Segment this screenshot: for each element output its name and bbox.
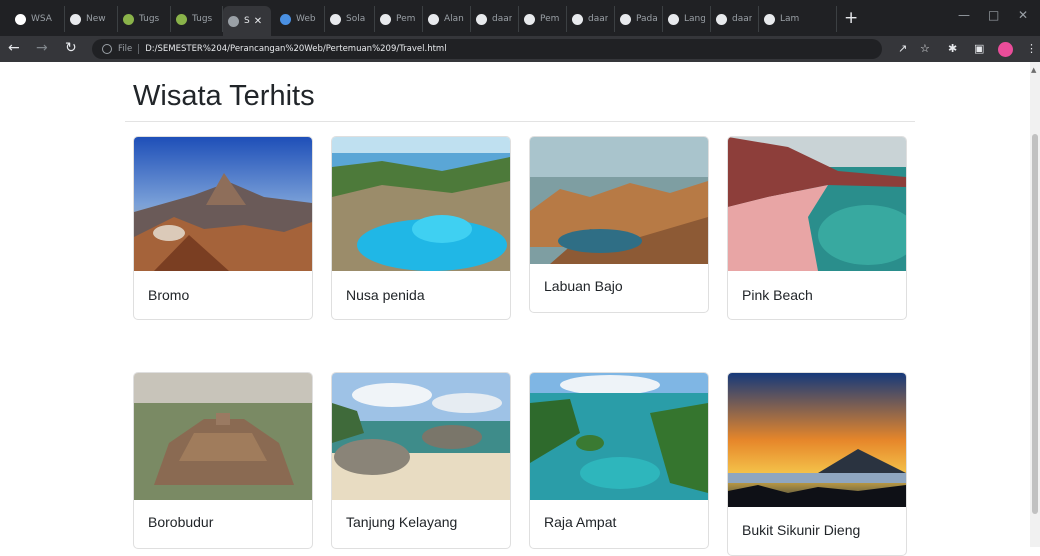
pink-beach-photo bbox=[728, 137, 906, 271]
tab-title: daar bbox=[588, 14, 609, 24]
address-bar[interactable]: File D:/SEMESTER%204/Perancangan%20Web/P… bbox=[92, 39, 882, 59]
tab-title: Tugs bbox=[192, 14, 213, 24]
back-icon[interactable]: ← bbox=[8, 40, 20, 56]
wikipedia-icon bbox=[716, 13, 727, 25]
tab-5[interactable]: Web bbox=[275, 6, 325, 32]
card-raja-ampat[interactable]: Raja Ampat bbox=[529, 372, 709, 549]
tab-title: New bbox=[86, 14, 106, 24]
sidepanel-icon[interactable]: ▣ bbox=[974, 42, 984, 56]
tab-title: Pem bbox=[396, 14, 416, 24]
divider bbox=[138, 44, 140, 54]
tab-title: Lang bbox=[684, 14, 705, 24]
tab-13[interactable]: Lang bbox=[663, 6, 711, 32]
tab-title: daar bbox=[492, 14, 513, 24]
scroll-up-icon[interactable]: ▲ bbox=[1031, 66, 1036, 74]
tab-6[interactable]: Sola bbox=[325, 6, 375, 32]
wikipedia-icon bbox=[668, 13, 679, 25]
tab-favicon-icon bbox=[176, 13, 187, 25]
tab-title: Sola bbox=[346, 14, 366, 24]
wikipedia-icon bbox=[764, 13, 775, 25]
tab-9[interactable]: daar bbox=[471, 6, 519, 32]
card-title: Tanjung Kelayang bbox=[346, 514, 458, 530]
tab-title: Pem bbox=[540, 14, 560, 24]
card-title: Bukit Sikunir Dieng bbox=[742, 522, 861, 538]
wikipedia-icon bbox=[380, 13, 391, 25]
forward-icon[interactable]: → bbox=[36, 40, 48, 56]
bukit-sikunir-dieng-photo bbox=[728, 373, 906, 507]
tab-15[interactable]: Lam bbox=[759, 6, 837, 32]
tab-favicon-icon bbox=[15, 13, 26, 25]
tab-title: S bbox=[244, 16, 250, 26]
new-tab-button[interactable]: + bbox=[844, 9, 858, 27]
tab-title: Alan bbox=[444, 14, 464, 24]
borobudur-photo bbox=[134, 373, 312, 500]
card-title: Labuan Bajo bbox=[544, 278, 623, 294]
window-close-icon[interactable]: ✕ bbox=[1018, 8, 1028, 22]
tab-10[interactable]: Pem bbox=[519, 6, 567, 32]
profile-avatar[interactable] bbox=[998, 42, 1013, 57]
card-pink-beach[interactable]: Pink Beach bbox=[727, 136, 907, 320]
scrollbar[interactable]: ▲ bbox=[1030, 62, 1040, 547]
card-labuan-bajo[interactable]: Labuan Bajo bbox=[529, 136, 709, 313]
wikipedia-icon bbox=[572, 13, 583, 25]
tab-4-active[interactable]: S ✕ bbox=[223, 6, 271, 36]
reload-icon[interactable]: ↻ bbox=[65, 40, 77, 56]
tab-strip: WSA New Tugs Tugs S ✕ Web Sola Pem Alan … bbox=[0, 0, 1040, 36]
scrollbar-thumb[interactable] bbox=[1032, 134, 1038, 514]
browser-toolbar: ← → ↻ File D:/SEMESTER%204/Perancangan%2… bbox=[0, 36, 1040, 62]
card-title: Raja Ampat bbox=[544, 514, 617, 530]
tab-title: WSA bbox=[31, 14, 52, 24]
tab-title: Pada bbox=[636, 14, 657, 24]
tab-title: Tugs bbox=[139, 14, 160, 24]
star-icon[interactable]: ☆ bbox=[920, 42, 930, 56]
tab-favicon-icon bbox=[280, 13, 291, 25]
tab-favicon-icon bbox=[123, 13, 134, 25]
tab-8[interactable]: Alan bbox=[423, 6, 471, 32]
tab-title: daar bbox=[732, 14, 753, 24]
tab-14[interactable]: daar bbox=[711, 6, 759, 32]
tab-title: Web bbox=[296, 14, 316, 24]
tab-favicon-icon bbox=[330, 13, 341, 25]
minimize-icon[interactable]: — bbox=[958, 8, 970, 22]
tab-1[interactable]: New bbox=[65, 6, 118, 32]
page-title: Wisata Terhits bbox=[133, 80, 315, 112]
card-title: Nusa penida bbox=[346, 287, 425, 303]
close-tab-icon[interactable]: ✕ bbox=[254, 16, 262, 27]
raja-ampat-photo bbox=[530, 373, 708, 500]
maximize-icon[interactable]: □ bbox=[988, 8, 999, 22]
wikipedia-icon bbox=[524, 13, 535, 25]
bromo-photo bbox=[134, 137, 312, 271]
card-title: Pink Beach bbox=[742, 287, 813, 303]
wikipedia-icon bbox=[428, 13, 439, 25]
info-icon[interactable] bbox=[102, 44, 112, 54]
card-bukit-sikunir-dieng[interactable]: Bukit Sikunir Dieng bbox=[727, 372, 907, 556]
card-bromo[interactable]: Bromo bbox=[133, 136, 313, 320]
nusa-penida-photo bbox=[332, 137, 510, 271]
wikipedia-icon bbox=[620, 13, 631, 25]
card-title: Bromo bbox=[148, 287, 190, 303]
url-text[interactable]: D:/SEMESTER%204/Perancangan%20Web/Pertem… bbox=[145, 44, 446, 54]
wikipedia-icon bbox=[476, 13, 487, 25]
protocol-label: File bbox=[118, 44, 133, 54]
tab-3[interactable]: Tugs bbox=[171, 6, 223, 32]
tab-12[interactable]: Pada bbox=[615, 6, 663, 32]
tanjung-kelayang-photo bbox=[332, 373, 510, 500]
tab-11[interactable]: daar bbox=[567, 6, 615, 32]
tab-favicon-icon bbox=[228, 15, 239, 27]
tab-favicon-icon bbox=[70, 13, 81, 25]
extension-icon[interactable]: ✱ bbox=[948, 42, 957, 56]
tab-title: Lam bbox=[780, 14, 800, 24]
card-title: Borobudur bbox=[148, 514, 214, 530]
tab-2[interactable]: Tugs bbox=[118, 6, 171, 32]
card-nusa-penida[interactable]: Nusa penida bbox=[331, 136, 511, 320]
labuan-bajo-photo bbox=[530, 137, 708, 264]
tab-0[interactable]: WSA bbox=[10, 6, 65, 32]
tab-7[interactable]: Pem bbox=[375, 6, 423, 32]
card-borobudur[interactable]: Borobudur bbox=[133, 372, 313, 549]
menu-kebab-icon[interactable]: ⋮ bbox=[1026, 42, 1037, 56]
card-tanjung-kelayang[interactable]: Tanjung Kelayang bbox=[331, 372, 511, 549]
heading-divider bbox=[125, 121, 915, 122]
share-icon[interactable]: ↗ bbox=[898, 42, 907, 56]
